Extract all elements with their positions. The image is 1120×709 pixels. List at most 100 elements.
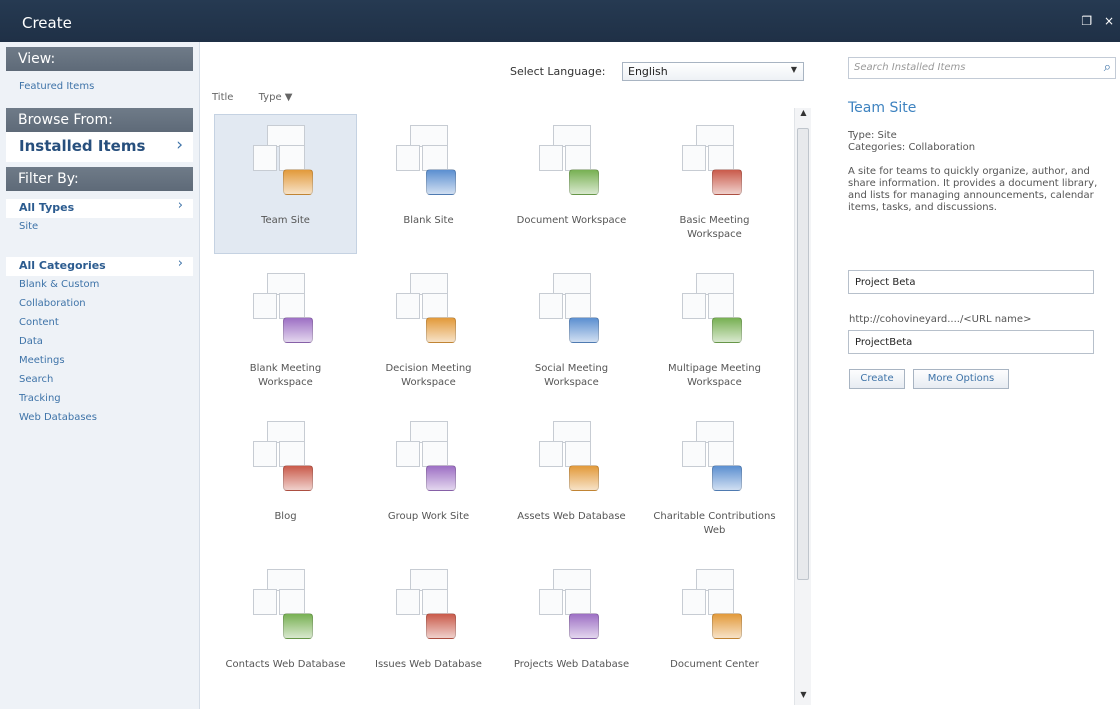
template-tile[interactable]: Blank Site [357,114,500,254]
nav-featured-items[interactable]: Featured Items [6,78,193,97]
nav-installed-items[interactable]: Installed Items › [6,132,193,162]
multipage-meeting-workspace-icon [682,273,752,347]
chevron-right-icon: › [177,198,183,213]
nav-installed-items-label: Installed Items [19,137,146,155]
nav-category-data[interactable]: Data [6,333,193,352]
template-tile-label: Issues Web Database [375,659,482,670]
template-categories: Categories: Collaboration [848,142,976,153]
chevron-right-icon: › [177,256,183,271]
nav-all-types-label: All Types [19,201,75,214]
site-title-input[interactable]: Project Beta [848,270,1094,294]
template-tile[interactable]: Blog [214,410,357,550]
projects-web-database-icon [539,569,609,643]
selected-template-title: Team Site [848,100,917,116]
template-tile[interactable]: Multipage Meeting Workspace [643,262,786,402]
template-tile-label: Contacts Web Database [225,659,346,670]
issues-web-database-icon [396,569,466,643]
sort-row: Title Type ▼ [212,92,314,103]
chevron-right-icon: › [176,135,183,155]
nav-category-blank-custom[interactable]: Blank & Custom [6,276,193,295]
group-work-site-icon [396,421,466,495]
template-tile[interactable]: Basic Meeting Workspace [643,114,786,254]
template-type: Type: Site [848,130,897,141]
template-tile[interactable]: Document Workspace [500,114,643,254]
details-panel: Search Installed Items ⌕ Team Site Type:… [820,42,1120,709]
nav-category-meetings[interactable]: Meetings [6,352,193,371]
template-tile-label: Document Workspace [516,215,627,226]
document-center-icon [682,569,752,643]
social-meeting-workspace-icon [539,273,609,347]
dialog-title-bar: Create ❐ × [0,0,1120,42]
template-description: A site for teams to quickly organize, au… [848,166,1098,213]
nav-category-content[interactable]: Content [6,314,193,333]
assets-web-database-icon [539,421,609,495]
filter-header: Filter By: [6,167,193,191]
template-tile-label: Assets Web Database [517,511,626,522]
blog-icon [253,421,323,495]
template-tile-label: Decision Meeting Workspace [385,363,472,388]
template-tile-label: Group Work Site [387,511,470,522]
nav-category-web-databases[interactable]: Web Databases [6,409,193,428]
decision-meeting-workspace-icon [396,273,466,347]
template-tile[interactable]: Team Site [214,114,357,254]
template-tile[interactable]: Group Work Site [357,410,500,550]
nav-type-site[interactable]: Site [6,218,193,237]
browse-header: Browse From: [6,108,193,132]
template-tile[interactable]: Charitable Contributions Web [643,410,786,550]
charitable-contributions-icon [682,421,752,495]
more-options-button[interactable]: More Options [913,369,1009,389]
url-hint: http://cohovineyard..../<URL name> [849,314,1032,325]
scroll-down-icon[interactable]: ▼ [795,690,812,705]
template-tile[interactable]: Assets Web Database [500,410,643,550]
search-icon[interactable]: ⌕ [1104,60,1111,75]
template-tile-label: Blank Meeting Workspace [249,363,322,388]
language-value: English [628,65,668,78]
template-grid: Team Site Blank Site Document Workspace Bas… [212,114,790,709]
left-navigation: View: Featured Items Browse From: Instal… [0,42,200,709]
template-tile-label: Basic Meeting Workspace [679,215,750,240]
create-button[interactable]: Create [849,369,905,389]
language-select[interactable]: English ▼ [622,62,804,81]
scroll-up-icon[interactable]: ▲ [795,108,812,123]
nav-all-categories[interactable]: All Categories › [6,257,193,276]
restore-icon[interactable]: ❐ [1081,14,1092,28]
dialog-title: Create [22,14,72,32]
search-placeholder: Search Installed Items [854,62,966,73]
sort-by-title[interactable]: Title [212,92,233,103]
nav-category-collaboration[interactable]: Collaboration [6,295,193,314]
template-tile-label: Team Site [261,215,310,226]
selected-template-meta: Type: Site Categories: Collaboration [848,130,975,154]
search-installed-items-input[interactable]: Search Installed Items ⌕ [848,57,1116,79]
template-tile-label: Projects Web Database [513,659,630,670]
nav-category-tracking[interactable]: Tracking [6,390,193,409]
template-tile-label: Blank Site [403,215,454,226]
template-tile[interactable]: Blank Meeting Workspace [214,262,357,402]
nav-all-types[interactable]: All Types › [6,199,193,218]
dropdown-arrow-icon: ▼ [790,65,797,74]
blank-meeting-workspace-icon [253,273,323,347]
template-tile[interactable]: Decision Meeting Workspace [357,262,500,402]
language-row: Select Language: English ▼ [510,62,810,82]
template-tile-label: Multipage Meeting Workspace [668,363,761,388]
team-site-icon [253,125,323,199]
view-header: View: [6,47,193,71]
sort-by-type[interactable]: Type ▼ [259,92,293,103]
gallery-scrollbar[interactable]: ▲ ▼ [794,108,811,705]
template-tile-label: Charitable Contributions Web [653,511,776,536]
language-label: Select Language: [510,65,606,78]
template-tile-label: Social Meeting Workspace [534,363,609,388]
template-tile[interactable]: Social Meeting Workspace [500,262,643,402]
template-tile[interactable]: Issues Web Database [357,558,500,698]
close-icon[interactable]: × [1104,14,1114,28]
url-name-input[interactable]: ProjectBeta [848,330,1094,354]
template-tile-label: Document Center [670,659,759,670]
nav-all-categories-label: All Categories [19,259,106,272]
template-gallery: Select Language: English ▼ Title Type ▼ … [200,42,820,709]
template-tile[interactable]: Contacts Web Database [214,558,357,698]
document-workspace-icon [539,125,609,199]
basic-meeting-workspace-icon [682,125,752,199]
template-tile[interactable]: Projects Web Database [500,558,643,698]
template-tile[interactable]: Document Center [643,558,786,698]
nav-category-search[interactable]: Search [6,371,193,390]
scroll-thumb[interactable] [797,128,809,580]
